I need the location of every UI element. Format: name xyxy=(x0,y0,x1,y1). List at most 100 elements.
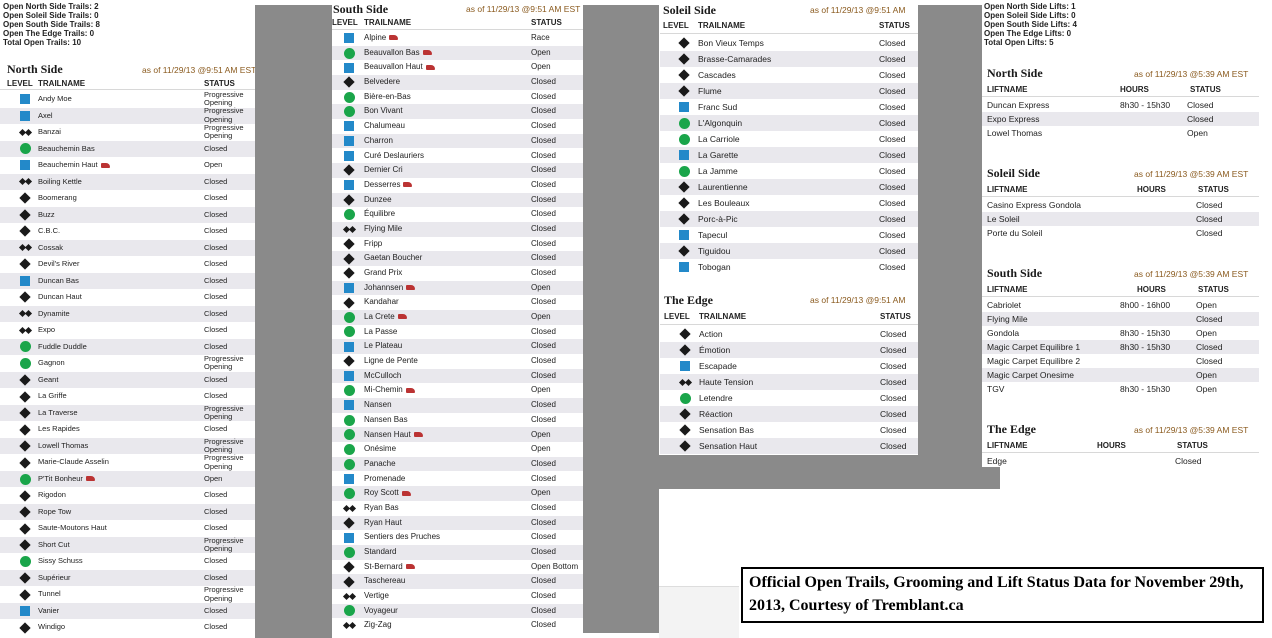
table-row: Roy Scott Open xyxy=(332,486,583,501)
double-black-diamond-icon xyxy=(342,622,356,630)
trail-status: Closed xyxy=(531,121,556,131)
liftname-header: LIFTNAME xyxy=(987,85,1028,94)
trail-status: Closed xyxy=(204,193,228,203)
trail-status: Closed xyxy=(879,69,906,80)
trail-status: Closed xyxy=(204,325,228,335)
double-black-diamond-icon xyxy=(17,128,33,136)
trail-name: Nansen Haut xyxy=(364,430,423,440)
trail-status: Closed xyxy=(204,292,228,302)
table-row: Réaction Closed xyxy=(660,406,918,422)
trail-status: Closed xyxy=(531,517,556,527)
black-diamond-icon xyxy=(678,440,692,452)
trail-name: Flume xyxy=(698,85,722,96)
trail-status: Closed xyxy=(531,150,556,160)
table-row: Fuddle Duddle Closed xyxy=(0,338,255,356)
trail-name: Les Bouleaux xyxy=(698,197,750,208)
soleil-side-title: Soleil Side xyxy=(663,3,717,17)
trail-name: Taschereau xyxy=(364,576,406,586)
table-row: Escapade Closed xyxy=(660,358,918,374)
trail-status: Closed xyxy=(204,572,228,582)
lift-status: Open xyxy=(1196,383,1217,394)
blue-square-icon xyxy=(677,102,691,112)
trail-name: Johannsen xyxy=(364,283,416,293)
trailname-header: TRAILNAME xyxy=(698,21,746,30)
trail-name: Kandahar xyxy=(364,297,399,307)
black-diamond-icon xyxy=(342,355,356,368)
lift-row: Edge Closed xyxy=(982,454,1259,467)
groomer-icon xyxy=(85,476,95,482)
table-row: Cascades Closed xyxy=(660,67,918,83)
black-diamond-icon xyxy=(17,539,33,551)
edge-asof: as of 11/29/13 @9:51 AM xyxy=(810,295,906,305)
trail-status: Progressive Opening xyxy=(204,453,244,471)
table-row: Bon Vieux Temps Closed xyxy=(660,35,918,51)
double-black-diamond-icon xyxy=(17,326,33,334)
trail-name: McCulloch xyxy=(364,370,402,380)
trail-name: Marie-Claude Asselin xyxy=(38,457,109,467)
black-diamond-icon xyxy=(677,69,691,81)
trail-status: Closed xyxy=(531,458,556,468)
trail-name: Gaetan Boucher xyxy=(364,253,423,263)
trail-name: Beauchemin Bas xyxy=(38,143,95,153)
table-row: Letendre Closed xyxy=(660,390,918,406)
blue-square-icon xyxy=(342,473,356,484)
lift-status: Open xyxy=(1196,369,1217,380)
groomer-icon xyxy=(401,490,411,496)
trail-name: Chalumeau xyxy=(364,121,405,131)
lift-name: Magic Carpet Onesime xyxy=(987,369,1074,380)
soleil-side-asof: as of 11/29/13 @9:51 AM xyxy=(810,5,906,15)
blue-square-icon xyxy=(342,400,356,411)
black-diamond-icon xyxy=(677,213,691,225)
table-row: Émotion Closed xyxy=(660,342,918,358)
green-circle-icon xyxy=(342,47,356,59)
trail-status: Closed xyxy=(531,370,556,380)
table-row: Franc Sud Closed xyxy=(660,99,918,115)
trail-name: La Jamme xyxy=(698,165,738,176)
summary-line: Open The Edge Lifts: 0 xyxy=(984,29,1072,38)
trail-status: Closed xyxy=(531,91,556,101)
trail-name: Tiguidou xyxy=(698,245,731,256)
black-diamond-icon xyxy=(342,517,356,529)
trail-status: Closed xyxy=(204,556,228,566)
trail-status: Closed xyxy=(204,605,228,615)
north-side-asof: as of 11/29/13 @9:51 AM EST xyxy=(142,65,255,75)
blue-square-icon xyxy=(342,62,356,73)
lift-name: Duncan Express xyxy=(987,99,1050,110)
south-trail-list: Alpine Race Beauvallon Bas Open Beauvallon H… xyxy=(332,31,583,633)
trail-status: Open xyxy=(204,160,223,170)
trail-name: Curé Deslauriers xyxy=(364,150,425,160)
south-side-trails-panel: South Side as of 11/29/13 @9:51 AM EST L… xyxy=(332,0,583,633)
table-row: La Carriole Closed xyxy=(660,131,918,147)
trail-status: Progressive Opening xyxy=(204,535,244,554)
trail-status: Closed xyxy=(880,344,907,355)
trail-status: Closed xyxy=(879,85,906,96)
blue-square-icon xyxy=(17,606,33,617)
trail-status: Closed xyxy=(204,424,228,434)
divider xyxy=(982,452,1259,453)
table-row: Sensation Bas Closed xyxy=(660,422,918,438)
south-side-asof: as of 11/29/13 @9:51 AM EST xyxy=(466,4,581,14)
trail-status: Open xyxy=(531,282,551,292)
table-row: Gagnon Progressive Opening xyxy=(0,354,255,372)
trail-name: Bon Vieux Temps xyxy=(698,37,764,48)
table-row: Brasse-Camarades Closed xyxy=(660,51,918,67)
green-circle-icon xyxy=(677,117,691,129)
green-circle-icon xyxy=(342,106,356,118)
black-diamond-icon xyxy=(678,344,692,356)
table-row: Ryan Haut Closed xyxy=(332,515,583,531)
table-row: Duncan Haut Closed xyxy=(0,289,255,306)
table-row: Dunzee Closed xyxy=(332,192,583,208)
lift-name: Lowel Thomas xyxy=(987,127,1043,138)
trail-status: Closed xyxy=(204,226,228,236)
trail-name: Desserres xyxy=(364,180,413,190)
trail-status: Closed xyxy=(880,408,907,419)
lift-section-asof: as of 11/29/13 @5:39 AM EST xyxy=(1134,69,1249,79)
trail-name: P'Tit Bonheur xyxy=(38,474,95,484)
lift-status: Closed xyxy=(1196,213,1223,224)
trail-status: Closed xyxy=(204,143,228,153)
trail-status: Progressive Opening xyxy=(204,122,244,141)
black-diamond-icon xyxy=(678,328,692,340)
table-row: Andy Moe Progressive Opening xyxy=(0,90,255,108)
trail-name: Dernier Cri xyxy=(364,165,403,175)
black-diamond-icon xyxy=(342,194,356,206)
